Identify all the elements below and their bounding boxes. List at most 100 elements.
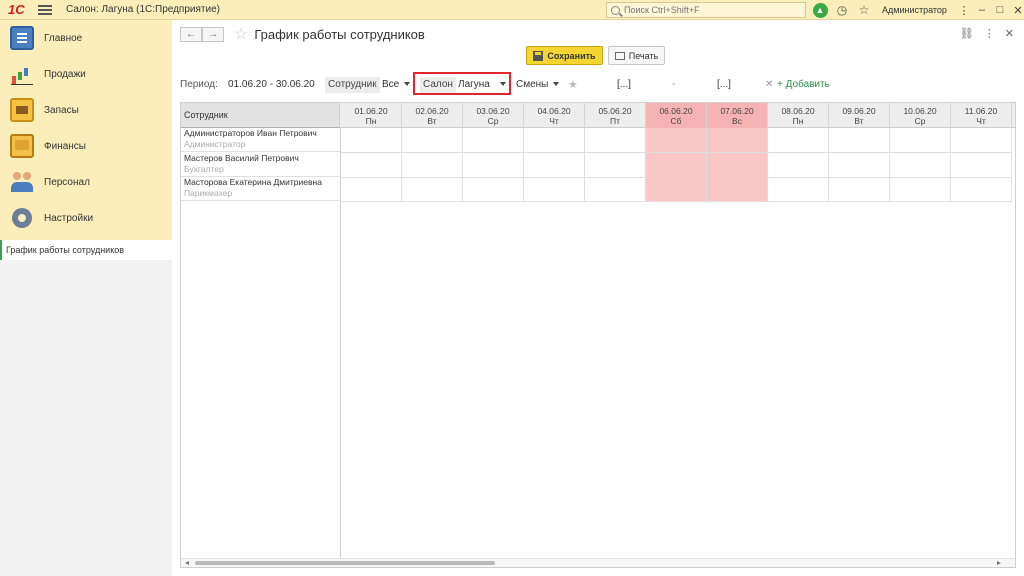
date-column-header[interactable]: 05.06.20 Пт: [585, 103, 646, 128]
schedule-cell[interactable]: [402, 152, 463, 178]
sidebar-item-label: Персонал: [44, 176, 90, 188]
sidebar-item-settings[interactable]: Настройки: [0, 200, 172, 236]
favorites-star-icon[interactable]: ☆: [856, 2, 872, 18]
gear-icon: [10, 206, 34, 230]
schedule-cell[interactable]: [402, 177, 463, 202]
highlight-box: [413, 72, 511, 95]
schedule-cell[interactable]: [829, 128, 890, 153]
schedule-cell[interactable]: [524, 177, 585, 202]
schedule-cell[interactable]: [768, 128, 829, 153]
add-link[interactable]: + Добавить: [777, 77, 830, 93]
schedule-cell[interactable]: [951, 177, 1012, 202]
favorite-star-icon[interactable]: ☆: [234, 24, 248, 44]
table-row[interactable]: Масторова Екатерина Дмитриевна Парикмахер: [181, 177, 340, 201]
schedule-cell[interactable]: [646, 152, 707, 178]
schedule-cell[interactable]: [768, 152, 829, 178]
schedule-cell[interactable]: [951, 152, 1012, 178]
sidebar-item-sales[interactable]: Продажи: [0, 56, 172, 92]
schedule-cell[interactable]: [585, 128, 646, 153]
schedule-cell[interactable]: [524, 152, 585, 178]
scrollbar-thumb[interactable]: [195, 561, 495, 565]
scroll-right-icon[interactable]: [997, 561, 1001, 565]
sidebar-item-stock[interactable]: Запасы: [0, 92, 172, 128]
search-icon: [611, 5, 620, 15]
schedule-cell[interactable]: [951, 128, 1012, 153]
range-from[interactable]: [...]: [617, 77, 631, 93]
date-column-header[interactable]: 10.06.20 Ср: [890, 103, 951, 128]
schedule-cell[interactable]: [463, 177, 524, 202]
schedule-cell[interactable]: [890, 152, 951, 178]
schedule-cell[interactable]: [402, 128, 463, 153]
chevron-down-icon[interactable]: [553, 82, 560, 87]
schedule-cell[interactable]: [341, 177, 402, 202]
forward-button[interactable]: →: [202, 26, 224, 42]
period-value[interactable]: 01.06.20 - 30.06.20: [228, 77, 315, 93]
schedule-cell[interactable]: [341, 152, 402, 178]
table-row[interactable]: Мастеров Василий Петрович Бухгалтер: [181, 153, 340, 177]
schedule-cell[interactable]: [829, 152, 890, 178]
date-column-header[interactable]: 11.06.20 Чт: [951, 103, 1012, 128]
floppy-disk-icon: [533, 50, 544, 61]
close-window-icon[interactable]: ✕: [1009, 4, 1024, 17]
date-column-header[interactable]: 09.06.20 Вт: [829, 103, 890, 128]
schedule-cell[interactable]: [707, 128, 768, 153]
schedule-cell[interactable]: [707, 177, 768, 202]
schedule-cell[interactable]: [585, 177, 646, 202]
link-icon[interactable]: ⛓: [960, 27, 974, 40]
notifications-icon[interactable]: ▲: [812, 2, 828, 18]
star-icon[interactable]: ★: [568, 77, 578, 93]
schedule-table[interactable]: Сотрудник 01.06.20 Пн 02.06.20 Вт 03.06.20 Ср…: [180, 102, 1016, 568]
save-button[interactable]: Сохранить: [526, 46, 603, 65]
date-column-header[interactable]: 07.06.20 Вс: [707, 103, 768, 128]
date-column-header[interactable]: 04.06.20 Чт: [524, 103, 585, 128]
date-column-header[interactable]: 02.06.20 Вт: [402, 103, 463, 128]
name-column-header[interactable]: Сотрудник: [181, 103, 340, 128]
more-icon[interactable]: ⋮: [955, 4, 973, 17]
schedule-cell[interactable]: [890, 177, 951, 202]
search-input[interactable]: [624, 5, 794, 15]
back-button[interactable]: ←: [180, 26, 202, 42]
schedule-cell[interactable]: [585, 152, 646, 178]
minimize-icon[interactable]: –: [973, 4, 991, 16]
employee-filter[interactable]: Все: [382, 77, 411, 93]
schedule-cell[interactable]: [707, 152, 768, 178]
shifts-filter[interactable]: Смены: [516, 77, 560, 93]
clear-icon[interactable]: ✕: [765, 77, 773, 93]
range-to[interactable]: [...]: [717, 77, 731, 93]
table-row[interactable]: Администраторов Иван Петрович Администрат…: [181, 128, 340, 152]
horizontal-scrollbar[interactable]: [181, 558, 1015, 567]
global-search[interactable]: [606, 2, 806, 18]
close-icon[interactable]: ✕: [1005, 27, 1014, 40]
date-column-header[interactable]: 06.06.20 Сб: [646, 103, 707, 128]
schedule-cell[interactable]: [463, 152, 524, 178]
schedule-cell[interactable]: [463, 128, 524, 153]
maximize-icon[interactable]: □: [991, 4, 1009, 16]
chevron-down-icon[interactable]: [404, 82, 411, 87]
sidebar-item-label: Запасы: [44, 104, 79, 116]
date-column-header[interactable]: 08.06.20 Пн: [768, 103, 829, 128]
schedule-cell[interactable]: [341, 128, 402, 153]
date-column-header[interactable]: 03.06.20 Ср: [463, 103, 524, 128]
sidebar-item-staff[interactable]: Персонал: [0, 164, 172, 200]
sidebar-item-main[interactable]: Главное: [0, 20, 172, 56]
more-icon[interactable]: ⋮: [984, 27, 995, 40]
schedule-cell[interactable]: [524, 128, 585, 153]
sidebar-item-finance[interactable]: Финансы: [0, 128, 172, 164]
menu-icon[interactable]: [38, 4, 52, 15]
schedule-cell[interactable]: [646, 128, 707, 153]
current-user[interactable]: Администратор: [882, 5, 947, 15]
date-column-header[interactable]: 01.06.20 Пн: [341, 103, 402, 128]
wallet-icon: [10, 134, 34, 158]
schedule-cell[interactable]: [768, 177, 829, 202]
schedule-cell[interactable]: [829, 177, 890, 202]
date-label: 07.06.20: [720, 106, 754, 116]
weekday-label: Чт: [549, 116, 559, 126]
history-icon[interactable]: ◷: [834, 2, 850, 18]
schedule-cell[interactable]: [890, 128, 951, 153]
scroll-left-icon[interactable]: [185, 561, 189, 565]
open-window-schedule[interactable]: График работы сотрудников: [0, 240, 172, 260]
date-label: 01.06.20: [354, 106, 388, 116]
schedule-cell[interactable]: [646, 177, 707, 202]
date-label: 09.06.20: [842, 106, 876, 116]
print-button[interactable]: Печать: [608, 46, 665, 65]
